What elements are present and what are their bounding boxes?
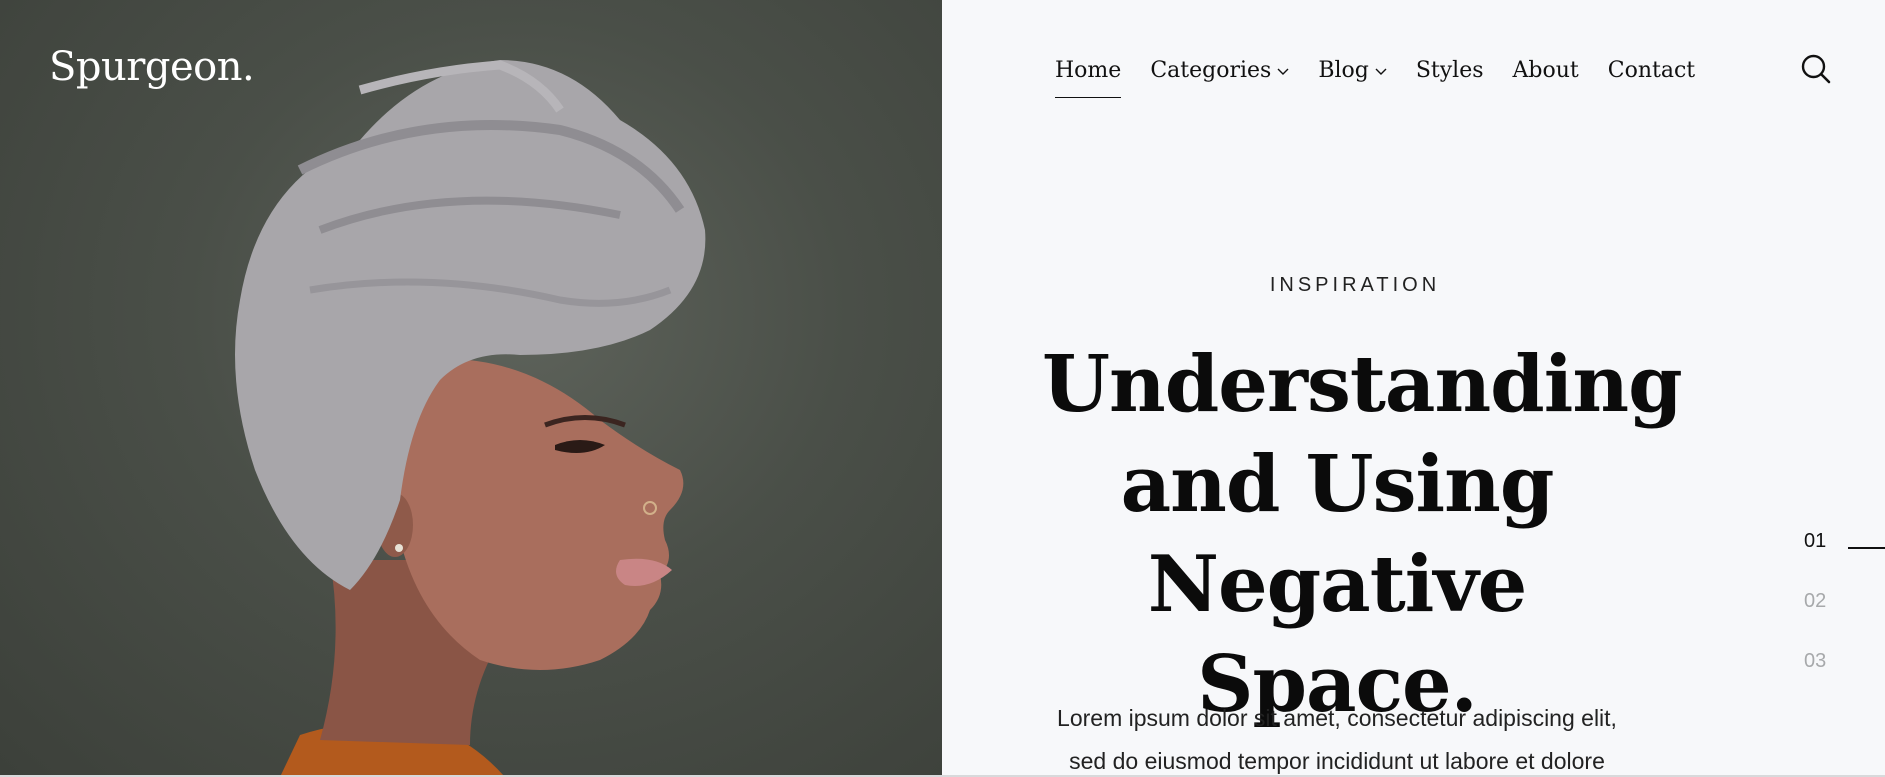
active-slide-indicator <box>1848 547 1885 549</box>
site-logo[interactable]: Spurgeon. <box>49 44 255 90</box>
title-line: Understanding <box>1042 339 1683 430</box>
nav-item-blog[interactable]: Blog <box>1318 52 1387 88</box>
nav-item-styles[interactable]: Styles <box>1416 52 1484 88</box>
nav-item-home[interactable]: Home <box>1055 52 1122 98</box>
post-category[interactable]: INSPIRATION <box>942 274 1885 297</box>
nav-label: Categories <box>1150 57 1272 83</box>
post-title[interactable]: Understanding and Using Negative Space. <box>1042 335 1683 735</box>
excerpt-line: Lorem ipsum dolor sit amet, consectetur … <box>1057 705 1617 731</box>
slide-3-button[interactable]: 03 <box>1804 650 1826 710</box>
slide-1-button[interactable]: 01 <box>1804 530 1826 590</box>
chevron-down-icon <box>1375 65 1387 79</box>
search-icon <box>1801 54 1831 84</box>
slide-pagination: 01 02 03 <box>1804 530 1826 710</box>
nav-item-contact[interactable]: Contact <box>1608 52 1695 88</box>
nav-label: Home <box>1055 57 1122 83</box>
chevron-down-icon <box>1277 65 1289 79</box>
nav-label: Contact <box>1607 57 1696 83</box>
hero-image: Spurgeon. <box>0 0 942 777</box>
title-line: and Using <box>1120 439 1555 530</box>
main-nav: Home Categories Blog Styles About Contac… <box>1055 52 1724 98</box>
excerpt-line: sed do eiusmod tempor incididunt ut labo… <box>1069 748 1605 774</box>
post-excerpt: Lorem ipsum dolor sit amet, consectetur … <box>1042 697 1632 777</box>
nav-label: Blog <box>1318 57 1369 83</box>
nav-label: About <box>1512 57 1579 83</box>
slide-2-button[interactable]: 02 <box>1804 590 1826 650</box>
nav-item-categories[interactable]: Categories <box>1150 52 1289 88</box>
portrait-illustration <box>235 60 706 777</box>
nav-item-about[interactable]: About <box>1513 52 1579 88</box>
search-button[interactable] <box>1800 53 1832 85</box>
nav-label: Styles <box>1415 57 1484 83</box>
content-panel: Home Categories Blog Styles About Contac… <box>942 0 1885 777</box>
